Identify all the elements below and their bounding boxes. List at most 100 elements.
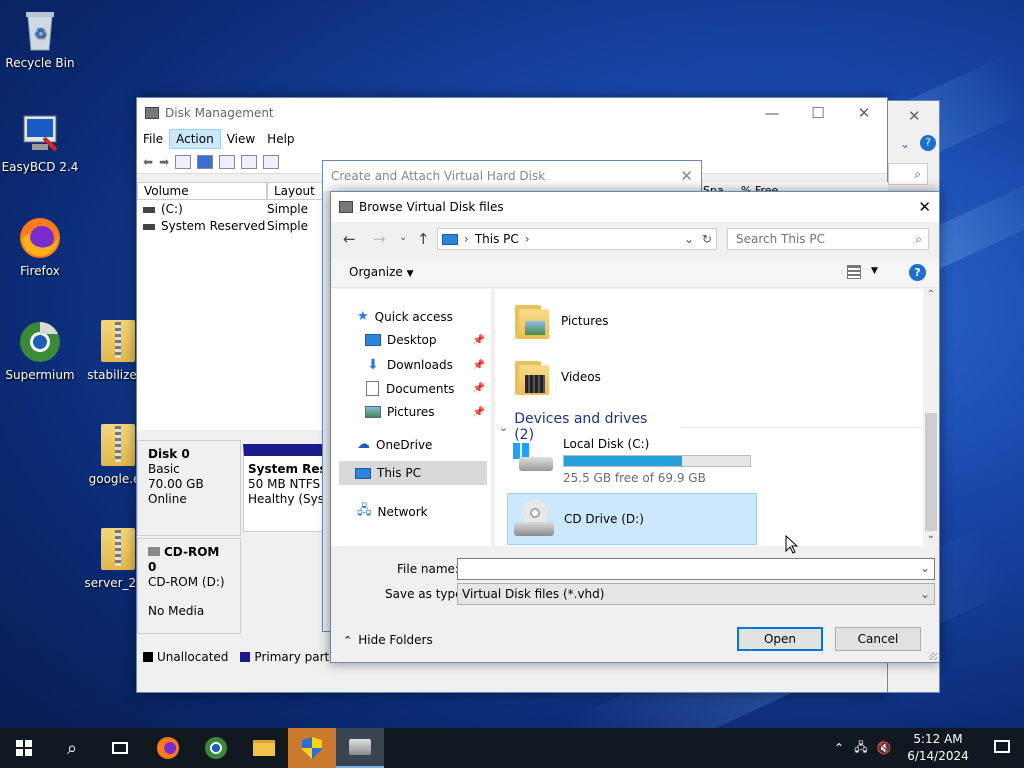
minimize-button[interactable]: — xyxy=(749,98,795,128)
nav-desktop[interactable]: Desktop 📌 xyxy=(365,333,485,347)
chevron-down-icon[interactable]: ⌄ xyxy=(920,561,930,575)
list-icon[interactable] xyxy=(219,154,236,169)
network-icon: 🖧 xyxy=(357,503,372,518)
search-icon[interactable]: ⌕ xyxy=(915,232,922,247)
nav-documents[interactable]: Documents 📌 xyxy=(365,381,485,396)
file-name-combobox[interactable]: ⌄ xyxy=(457,558,935,580)
back-button[interactable]: ← xyxy=(343,230,356,248)
disk0-label[interactable]: Disk 0 Basic 70.00 GB Online xyxy=(137,440,241,536)
file-name-input[interactable] xyxy=(458,559,898,579)
menu-help[interactable]: Help xyxy=(261,130,300,148)
cdrom0-status: No Media xyxy=(148,604,205,618)
pin-icon: 📌 xyxy=(472,334,485,346)
nav-downloads[interactable]: ⬇ Downloads 📌 xyxy=(365,357,485,373)
close-button[interactable]: ✕ xyxy=(680,167,693,185)
desktop-icon-firefox[interactable]: Firefox xyxy=(0,216,80,278)
resize-grip-icon[interactable] xyxy=(929,652,937,660)
chevron-down-icon: ⌄ xyxy=(499,420,509,434)
taskbar-disk-management[interactable] xyxy=(336,728,384,768)
drive-icon xyxy=(143,224,155,230)
help-icon[interactable]: ? xyxy=(920,135,936,151)
properties-icon[interactable] xyxy=(175,154,192,169)
connect-icon[interactable] xyxy=(241,154,258,169)
save-type-select[interactable]: Virtual Disk files (*.vhd) ⌄ xyxy=(457,583,935,605)
desktop-icon-supermium[interactable]: Supermium xyxy=(0,320,80,382)
column-volume[interactable]: Volume xyxy=(137,182,267,200)
search-button[interactable]: ⌕ xyxy=(48,728,96,768)
drive-item-cd-drive[interactable]: CD Drive (D:) xyxy=(507,493,757,545)
chevron-down-icon[interactable]: ⌄ xyxy=(900,137,910,151)
nav-quick-access[interactable]: ★ Quick access xyxy=(357,309,453,324)
pin-icon: 📌 xyxy=(472,359,485,371)
nav-pictures[interactable]: Pictures 📌 xyxy=(365,405,485,419)
menu-file[interactable]: File xyxy=(137,130,169,148)
drive-free-space: 25.5 GB free of 69.9 GB xyxy=(563,471,706,485)
help-icon[interactable] xyxy=(197,154,214,169)
desktop-icon-recycle-bin[interactable]: ♻ Recycle Bin xyxy=(0,8,80,70)
network-status-icon[interactable]: 🖧 xyxy=(850,738,872,759)
search-icon[interactable]: ⌕ xyxy=(888,163,928,185)
volume-muted-icon[interactable]: 🔇 xyxy=(872,741,896,755)
hide-folders-button[interactable]: ⌃ Hide Folders xyxy=(343,633,433,647)
change-view-icon[interactable] xyxy=(847,265,861,279)
address-bar[interactable]: › This PC › ⌄ ↻ xyxy=(437,228,717,250)
disk0-name: Disk 0 xyxy=(148,447,190,461)
drive-item-local-disk[interactable]: Local Disk (C:) 25.5 GB free of 69.9 GB xyxy=(509,435,759,485)
task-view-button[interactable] xyxy=(96,728,144,768)
recent-locations-icon[interactable]: ⌄ xyxy=(399,232,407,243)
close-button[interactable]: ✕ xyxy=(841,98,887,128)
forward-arrow-icon[interactable]: ➡ xyxy=(159,155,169,169)
search-input[interactable] xyxy=(736,232,896,246)
settings-icon[interactable] xyxy=(263,154,280,169)
search-box[interactable]: ⌕ xyxy=(727,228,929,250)
organize-button[interactable]: Organize ▼ xyxy=(349,265,414,279)
vertical-scrollbar[interactable]: ⌃ ⌄ xyxy=(923,289,939,546)
cdrom0-label[interactable]: CD-ROM 0 CD-ROM (D:) No Media xyxy=(137,538,241,634)
folder-item[interactable]: Videos xyxy=(515,357,601,397)
help-icon[interactable]: ? xyxy=(909,264,926,281)
refresh-icon[interactable]: ↻ xyxy=(702,232,712,246)
folder-item[interactable]: Pictures xyxy=(515,301,609,341)
nav-this-pc[interactable]: This PC xyxy=(339,461,487,485)
nav-onedrive[interactable]: ☁ OneDrive xyxy=(357,437,432,452)
scroll-down-icon[interactable]: ⌄ xyxy=(923,530,939,546)
taskbar-file-explorer[interactable] xyxy=(240,728,288,768)
close-button[interactable]: ✕ xyxy=(908,107,921,125)
close-button[interactable]: ✕ xyxy=(918,198,931,216)
cancel-button[interactable]: Cancel xyxy=(835,627,921,651)
show-hidden-icons[interactable]: ⌃ xyxy=(828,741,850,755)
cd-drive-icon xyxy=(148,547,160,556)
chevron-down-icon: ⌄ xyxy=(919,587,930,601)
clock[interactable]: 5:12 AM 6/14/2024 xyxy=(896,731,980,765)
document-icon xyxy=(366,381,379,396)
zip-folder-icon xyxy=(101,320,135,362)
nav-network[interactable]: 🖧 Network xyxy=(357,501,428,523)
open-button[interactable]: Open xyxy=(737,627,823,651)
partition-system-reserved[interactable]: System Reser 50 MB NTFS Healthy (Syste xyxy=(243,444,323,532)
volume-row[interactable]: (C:) Simple xyxy=(143,202,323,216)
start-button[interactable] xyxy=(0,728,48,768)
desktop-icon-easybcd[interactable]: EasyBCD 2.4 xyxy=(0,112,80,174)
address-dropdown-icon[interactable]: ⌄ xyxy=(684,232,694,246)
clock-date: 6/14/2024 xyxy=(907,749,969,763)
taskbar-uac-app[interactable] xyxy=(288,728,336,768)
menu-view[interactable]: View xyxy=(221,130,261,148)
chevron-up-icon: ⌃ xyxy=(343,633,353,647)
scroll-thumb[interactable] xyxy=(925,413,937,531)
volume-row[interactable]: System Reserved Simple xyxy=(143,219,323,233)
taskbar-firefox[interactable] xyxy=(144,728,192,768)
dialog-title: Browse Virtual Disk files xyxy=(359,200,504,214)
taskbar-supermium[interactable] xyxy=(192,728,240,768)
column-layout[interactable]: Layout xyxy=(267,182,323,200)
cloud-icon: ☁ xyxy=(357,437,370,452)
notifications-button[interactable] xyxy=(980,740,1024,756)
chevron-right-icon: › xyxy=(464,232,469,246)
view-dropdown-icon[interactable]: ▼ xyxy=(871,266,878,276)
scroll-up-icon[interactable]: ⌃ xyxy=(923,289,939,305)
up-button[interactable]: ↑ xyxy=(417,230,430,248)
forward-button[interactable]: → xyxy=(373,230,386,248)
back-arrow-icon[interactable]: ⬅ xyxy=(143,155,153,169)
download-arrow-icon: ⬇ xyxy=(367,357,379,373)
maximize-button[interactable]: ☐ xyxy=(795,98,841,128)
menu-action[interactable]: Action xyxy=(169,129,221,149)
